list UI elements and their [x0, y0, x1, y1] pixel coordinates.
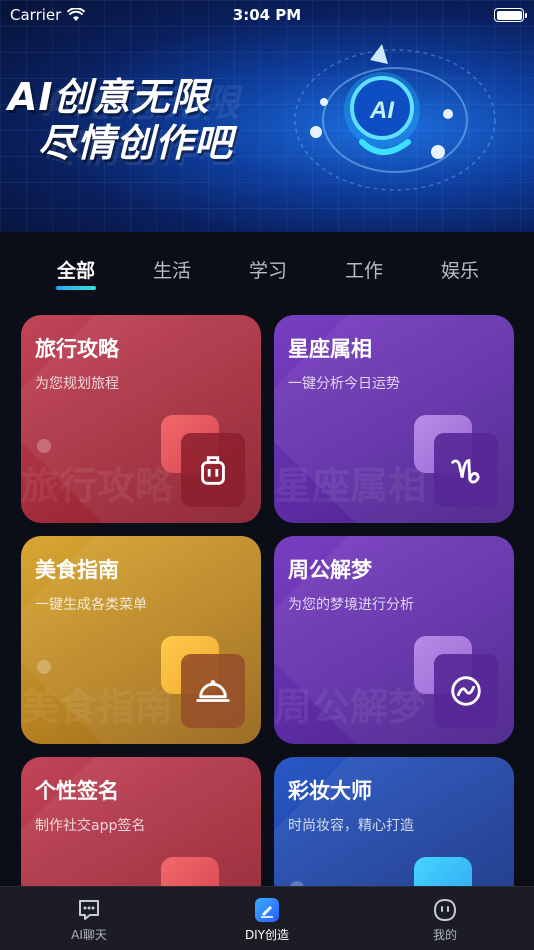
card-watermark: 周公解梦 — [274, 685, 427, 729]
tabbar-item-profile[interactable]: 我的 — [356, 887, 534, 950]
card-dream-analysis[interactable]: 周公解梦 周公解梦 为您的梦境进行分析 — [274, 536, 514, 744]
card-travel-guide[interactable]: 旅行攻略 旅行攻略 为您规划旅程 — [21, 315, 261, 523]
tab-label: 全部 — [56, 260, 95, 282]
battery-icon — [494, 8, 527, 22]
tab-label: 学习 — [248, 260, 287, 282]
banner-title: AI创意无限 尽情创作吧 — [8, 74, 233, 166]
suitcase-icon — [181, 433, 245, 507]
bottom-tab-bar: AI聊天 DIY创造 我的 — [0, 886, 534, 950]
profile-icon — [433, 898, 457, 922]
tab-all[interactable]: 全部 — [28, 256, 124, 290]
card-title: 美食指南 — [35, 558, 119, 582]
card-watermark: 美食指南 — [21, 685, 174, 729]
ai-logo-icon: AI — [294, 44, 496, 191]
card-food-guide[interactable]: 美食指南 美食指南 一键生成各类菜单 — [21, 536, 261, 744]
category-tabs: 全部 生活 学习 工作 娱乐 — [28, 256, 508, 290]
create-icon — [255, 898, 279, 922]
card-title: 彩妆大师 — [288, 779, 372, 803]
card-title: 个性签名 — [35, 779, 119, 803]
tab-label: 娱乐 — [440, 260, 479, 282]
wifi-icon — [67, 8, 86, 21]
card-title: 星座属相 — [288, 337, 372, 361]
food-cloche-icon — [181, 654, 245, 728]
tabbar-item-ai-chat[interactable]: AI聊天 — [0, 887, 178, 950]
card-title: 周公解梦 — [288, 558, 372, 582]
svg-text:AI: AI — [369, 97, 395, 124]
capricorn-icon — [434, 433, 498, 507]
tab-study[interactable]: 学习 — [220, 256, 316, 283]
carrier-label: Carrier — [10, 6, 62, 24]
tab-life[interactable]: 生活 — [124, 256, 220, 283]
decorative-dot — [37, 439, 51, 453]
card-title: 旅行攻略 — [35, 337, 119, 361]
card-subtitle: 制作社交app签名 — [35, 818, 146, 834]
tab-label: 工作 — [344, 260, 383, 282]
tabbar-label: AI聊天 — [71, 928, 107, 942]
card-subtitle: 时尚妆容，精心打造 — [288, 818, 414, 834]
card-watermark: 旅行攻略 — [21, 464, 174, 508]
banner-title-line2: 尽情创作吧 — [38, 121, 234, 165]
tab-work[interactable]: 工作 — [316, 256, 412, 283]
tab-label: 生活 — [152, 260, 191, 282]
banner-title-line1: AI创意无限 — [8, 75, 210, 119]
tabbar-label: 我的 — [432, 928, 457, 942]
card-subtitle: 一键分析今日运势 — [288, 376, 400, 392]
card-subtitle: 为您的梦境进行分析 — [288, 597, 414, 613]
banner[interactable]: AI创意无限 尽情创作吧 AI创意无限 尽情创作吧 AI — [0, 0, 534, 232]
decorative-dot — [37, 660, 51, 674]
card-watermark: 星座属相 — [274, 464, 427, 508]
active-tab-indicator — [56, 286, 96, 290]
tabbar-label: DIY创造 — [244, 928, 290, 942]
tabbar-item-diy-create[interactable]: DIY创造 — [178, 887, 356, 950]
dream-icon — [434, 654, 498, 728]
status-bar: Carrier 3:04 PM — [0, 0, 534, 30]
tab-entertainment[interactable]: 娱乐 — [412, 256, 508, 283]
card-zodiac[interactable]: 星座属相 星座属相 一键分析今日运势 — [274, 315, 514, 523]
card-subtitle: 一键生成各类菜单 — [35, 597, 147, 613]
card-subtitle: 为您规划旅程 — [35, 376, 119, 392]
chat-icon — [79, 900, 99, 920]
